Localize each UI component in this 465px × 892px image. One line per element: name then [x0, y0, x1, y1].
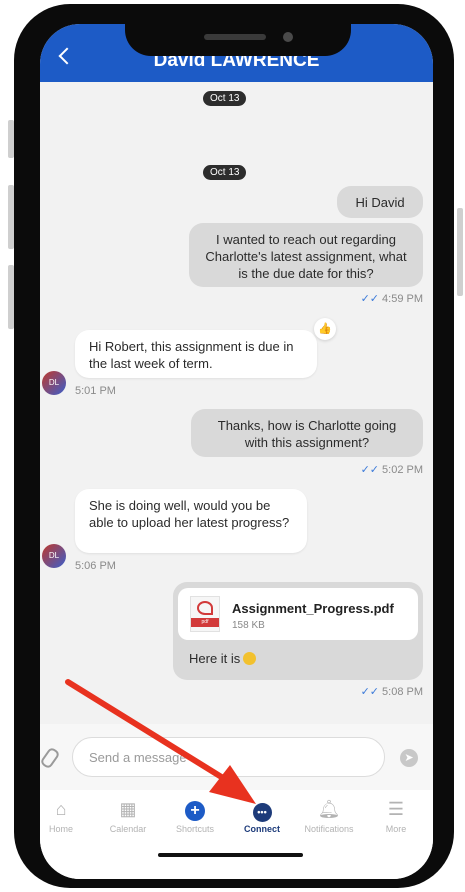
speaker-grille — [204, 34, 266, 40]
front-camera — [283, 32, 293, 42]
arrow-shaft — [65, 679, 239, 789]
annotation-arrow — [65, 679, 256, 804]
phone-notch — [125, 16, 351, 56]
